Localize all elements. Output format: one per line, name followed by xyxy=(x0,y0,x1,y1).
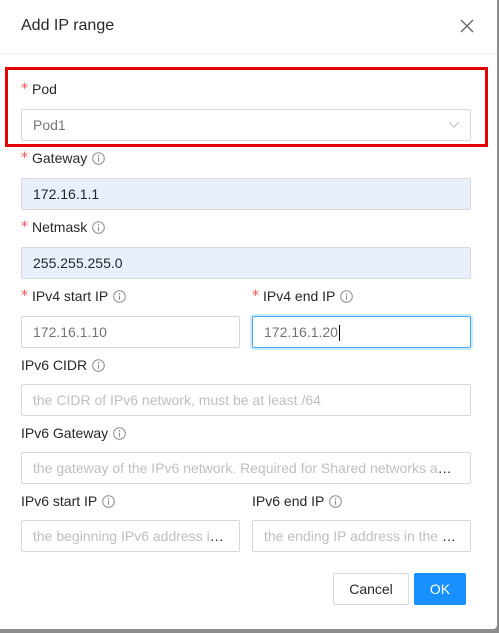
ipv4-start-label: * IPv4 start IP xyxy=(21,286,127,306)
cancel-button[interactable]: Cancel xyxy=(333,573,409,605)
ipv4-end-input[interactable]: 172.16.1.20 xyxy=(252,316,471,348)
ipv6-start-input[interactable]: the beginning IPv6 address in the IPv6 n… xyxy=(21,520,240,552)
ipv6-cidr-placeholder: the CIDR of IPv6 network, must be at lea… xyxy=(33,392,321,408)
ipv4-start-input[interactable]: 172.16.1.10 xyxy=(21,316,240,348)
ipv4-end-value: 172.16.1.20 xyxy=(264,324,338,340)
pod-select-value: Pod1 xyxy=(33,117,66,133)
info-icon[interactable] xyxy=(102,494,116,508)
dialog-header: Add IP range xyxy=(0,0,497,54)
close-icon xyxy=(460,19,474,33)
ipv4-end-label: * IPv4 end IP xyxy=(252,286,354,306)
required-mark: * xyxy=(21,288,28,304)
netmask-input[interactable]: 255.255.255.0 xyxy=(21,247,471,279)
required-mark: * xyxy=(252,288,259,304)
required-mark: * xyxy=(21,219,28,235)
info-icon[interactable] xyxy=(92,220,106,234)
ipv6-cidr-label: IPv6 CIDR xyxy=(21,355,105,375)
ipv6-gateway-label: IPv6 Gateway xyxy=(21,423,126,443)
info-icon[interactable] xyxy=(92,358,105,372)
pod-label: * Pod xyxy=(21,81,57,97)
ipv6-end-placeholder: the ending IP address in the IPv6 networ… xyxy=(264,528,470,544)
add-ip-range-dialog: Add IP range * Pod Pod1 * Gateway 172.16… xyxy=(0,0,497,629)
gateway-input[interactable]: 172.16.1.1 xyxy=(21,178,471,210)
info-icon[interactable] xyxy=(113,426,126,440)
info-icon[interactable] xyxy=(340,289,354,303)
text-cursor xyxy=(338,325,340,342)
ipv6-cidr-input[interactable]: the CIDR of IPv6 network, must be at lea… xyxy=(21,384,471,416)
pod-select[interactable]: Pod1 xyxy=(21,109,471,141)
close-button[interactable] xyxy=(455,14,479,38)
ipv6-end-label: IPv6 end IP xyxy=(252,491,343,511)
ipv6-start-label: IPv6 start IP xyxy=(21,491,116,511)
ok-button[interactable]: OK xyxy=(414,573,466,605)
ipv6-start-placeholder: the beginning IPv6 address in the IPv6 n… xyxy=(33,528,240,544)
ipv6-gateway-placeholder: the gateway of the IPv6 network. Require… xyxy=(33,460,470,476)
required-mark: * xyxy=(21,81,28,97)
gateway-label: * Gateway xyxy=(21,148,106,168)
info-icon[interactable] xyxy=(92,151,106,165)
dialog-title: Add IP range xyxy=(21,17,115,34)
ipv6-gateway-input[interactable]: the gateway of the IPv6 network. Require… xyxy=(21,452,471,484)
info-icon[interactable] xyxy=(113,289,127,303)
ipv6-end-input[interactable]: the ending IP address in the IPv6 networ… xyxy=(252,520,471,552)
info-icon[interactable] xyxy=(329,494,343,508)
netmask-label: * Netmask xyxy=(21,217,106,237)
required-mark: * xyxy=(21,150,28,166)
chevron-down-icon xyxy=(448,121,460,128)
